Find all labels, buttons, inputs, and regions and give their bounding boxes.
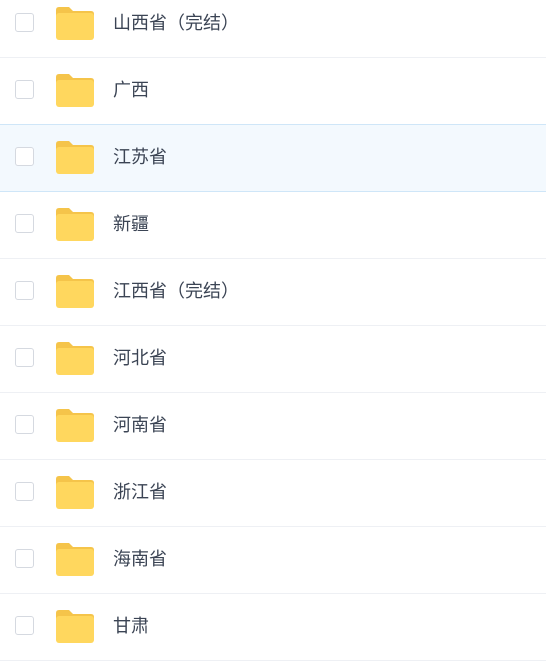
row-checkbox[interactable] [15, 147, 34, 166]
file-row[interactable]: 河南省 [0, 393, 546, 460]
file-row[interactable]: 广西 [0, 58, 546, 125]
folder-icon [55, 608, 95, 644]
folder-icon [55, 340, 95, 376]
file-row[interactable]: 江西省（完结） [0, 259, 546, 326]
file-name[interactable]: 新疆 [113, 213, 149, 237]
file-row[interactable]: 河北省 [0, 326, 546, 393]
row-checkbox[interactable] [15, 214, 34, 233]
folder-icon [55, 72, 95, 108]
row-checkbox[interactable] [15, 549, 34, 568]
folder-icon [55, 541, 95, 577]
file-name[interactable]: 海南省 [113, 548, 167, 572]
file-list: 山西省（完结） 广西 江苏省 新疆 江西省（完结） 河北省 河南省 浙江省 海南… [0, 0, 546, 661]
row-checkbox[interactable] [15, 482, 34, 501]
row-checkbox[interactable] [15, 80, 34, 99]
folder-icon [55, 139, 95, 175]
file-name[interactable]: 河北省 [113, 347, 167, 371]
file-name[interactable]: 山西省（完结） [113, 12, 239, 36]
row-checkbox[interactable] [15, 13, 34, 32]
folder-icon [55, 474, 95, 510]
file-name[interactable]: 广西 [113, 79, 149, 103]
file-row[interactable]: 新疆 [0, 192, 546, 259]
folder-icon [55, 206, 95, 242]
file-row[interactable]: 甘肃 [0, 594, 546, 661]
folder-icon [55, 273, 95, 309]
file-name[interactable]: 甘肃 [113, 615, 149, 639]
row-checkbox[interactable] [15, 616, 34, 635]
row-checkbox[interactable] [15, 348, 34, 367]
file-name[interactable]: 河南省 [113, 414, 167, 438]
row-checkbox[interactable] [15, 415, 34, 434]
file-name[interactable]: 浙江省 [113, 481, 167, 505]
folder-icon [55, 407, 95, 443]
row-checkbox[interactable] [15, 281, 34, 300]
file-row[interactable]: 浙江省 [0, 460, 546, 527]
file-row[interactable]: 江苏省 [0, 124, 546, 192]
file-name[interactable]: 江苏省 [113, 146, 167, 170]
file-row[interactable]: 海南省 [0, 527, 546, 594]
file-name[interactable]: 江西省（完结） [113, 280, 239, 304]
file-row[interactable]: 山西省（完结） [0, 0, 546, 58]
folder-icon [55, 5, 95, 41]
